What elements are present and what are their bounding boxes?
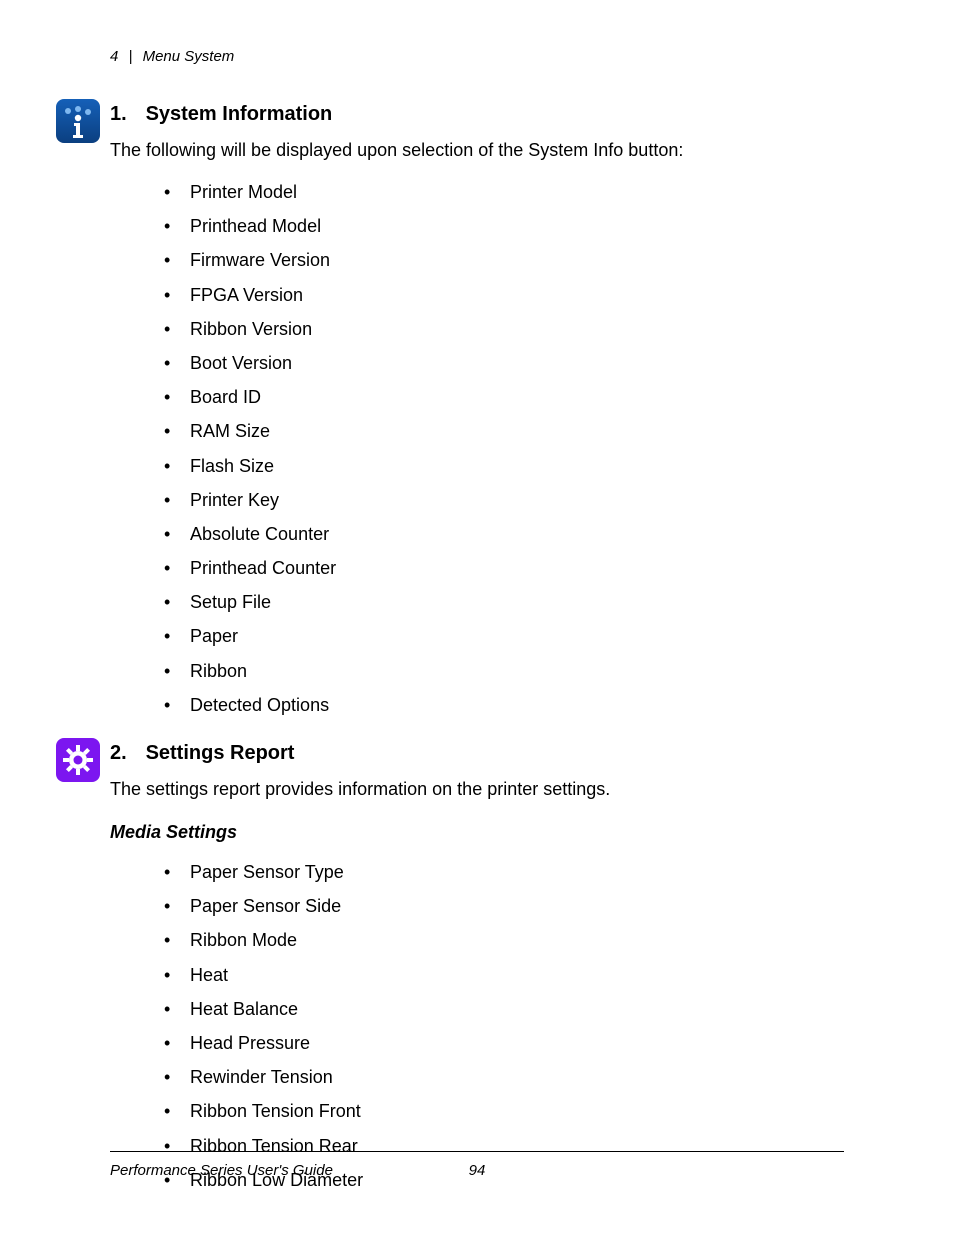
list-item: Printer Key <box>164 483 844 517</box>
section-settings-report: 2. Settings Report The settings report p… <box>110 742 844 1197</box>
gear-icon <box>56 738 100 782</box>
list-item: Setup File <box>164 585 844 619</box>
list-item: Printhead Model <box>164 209 844 243</box>
list-item: Head Pressure <box>164 1026 844 1060</box>
footer-page-number: 94 <box>469 1162 486 1179</box>
list-item: Printer Model <box>164 175 844 209</box>
list-item: Board ID <box>164 380 844 414</box>
list-item: Flash Size <box>164 449 844 483</box>
media-settings-list: Paper Sensor Type Paper Sensor Side Ribb… <box>164 855 844 1197</box>
chapter-number: 4 <box>110 48 118 65</box>
list-item: Absolute Counter <box>164 517 844 551</box>
list-item: Rewinder Tension <box>164 1060 844 1094</box>
list-item: Ribbon <box>164 654 844 688</box>
chapter-title: Menu System <box>143 48 235 65</box>
header-separator: | <box>129 48 133 65</box>
subsection-title: Media Settings <box>110 822 844 843</box>
section-title: Settings Report <box>146 742 295 764</box>
list-item: FPGA Version <box>164 278 844 312</box>
list-item: Detected Options <box>164 688 844 722</box>
running-header: 4 | Menu System <box>110 48 844 65</box>
info-icon <box>56 99 100 143</box>
list-item: Firmware Version <box>164 243 844 277</box>
list-item: RAM Size <box>164 414 844 448</box>
section-system-information: 1. System Information The following will… <box>110 103 844 722</box>
section-number: 2. <box>110 742 140 765</box>
page-footer: Performance Series User's Guide 94 <box>110 1151 844 1179</box>
list-item: Ribbon Tension Front <box>164 1094 844 1128</box>
section-number: 1. <box>110 103 140 126</box>
list-item: Boot Version <box>164 346 844 380</box>
list-item: Heat <box>164 958 844 992</box>
section-intro: The following will be displayed upon sel… <box>110 140 844 161</box>
list-item: Paper Sensor Type <box>164 855 844 889</box>
document-page: 4 | Menu System 1. System Information Th… <box>0 0 954 1235</box>
list-item: Paper <box>164 619 844 653</box>
system-info-list: Printer Model Printhead Model Firmware V… <box>164 175 844 722</box>
list-item: Printhead Counter <box>164 551 844 585</box>
section-title: System Information <box>146 103 333 125</box>
section-intro: The settings report provides information… <box>110 779 844 800</box>
section-heading: 1. System Information <box>110 103 844 126</box>
list-item: Paper Sensor Side <box>164 889 844 923</box>
list-item: Heat Balance <box>164 992 844 1026</box>
list-item: Ribbon Version <box>164 312 844 346</box>
section-heading: 2. Settings Report <box>110 742 844 765</box>
list-item: Ribbon Mode <box>164 923 844 957</box>
footer-doc-title: Performance Series User's Guide <box>110 1162 333 1179</box>
